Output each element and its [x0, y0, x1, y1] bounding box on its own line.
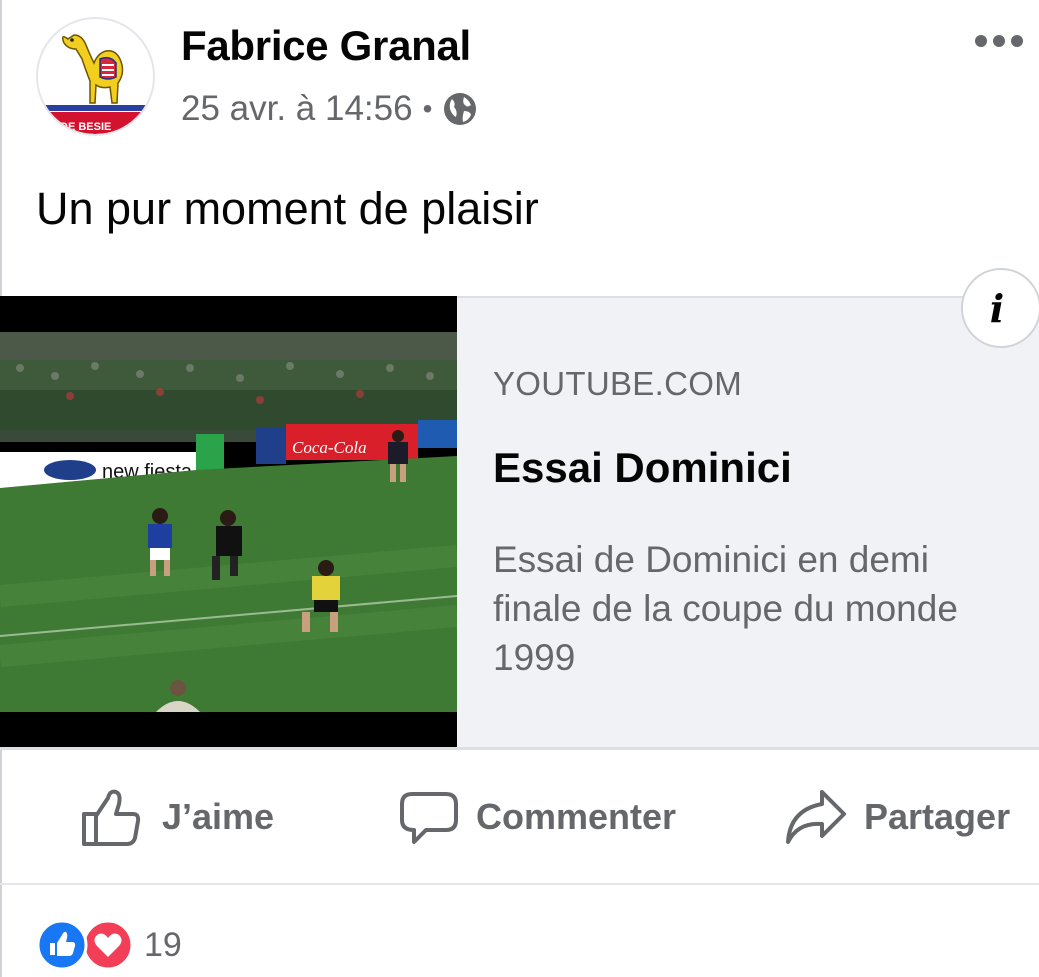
like-reaction-icon	[36, 919, 88, 971]
reaction-count[interactable]: 19	[144, 926, 182, 965]
comment-label: Commenter	[476, 796, 677, 837]
link-domain: YOUTUBE.COM	[493, 365, 742, 402]
avatar-badge-text: DE BESIE	[60, 121, 111, 133]
info-button[interactable]: i	[961, 268, 1039, 348]
like-label: J’aime	[162, 796, 275, 837]
thumbs-up-icon	[82, 789, 141, 846]
more-dots-icon[interactable]	[972, 30, 1026, 52]
globe-icon	[444, 93, 477, 125]
info-icon: i	[989, 285, 1005, 331]
meta-separator: •	[422, 93, 433, 124]
ad-board-text-coca1: Coca-Cola	[292, 438, 367, 457]
avatar[interactable]: DE BESIE	[36, 17, 155, 136]
share-arrow-icon	[786, 790, 846, 844]
reaction-icons	[36, 919, 134, 971]
camel-logo: DE BESIE	[38, 19, 153, 134]
love-reaction-icon	[82, 919, 134, 971]
video-thumbnail[interactable]: new fiesta Coca-Cola	[0, 296, 458, 748]
rugby-match-image: new fiesta Coca-Cola	[0, 296, 458, 748]
reactions-summary[interactable]: 19	[36, 918, 182, 972]
like-button[interactable]: J’aime	[80, 750, 274, 884]
post-text: Un pur moment de plaisir	[36, 183, 539, 234]
share-button[interactable]: Partager	[784, 750, 1010, 884]
comment-button[interactable]: Commenter	[398, 750, 676, 884]
post-meta: 25 avr. à 14:56 •	[181, 87, 478, 131]
author-name[interactable]: Fabrice Granal	[181, 22, 471, 70]
reactions-divider	[0, 883, 1039, 885]
share-label: Partager	[864, 796, 1011, 837]
post-timestamp[interactable]: 25 avr. à 14:56	[181, 89, 413, 129]
action-bar: J’aime Commenter Partager	[0, 750, 1039, 884]
comment-bubble-icon	[400, 792, 458, 844]
link-title[interactable]: Essai Dominici	[493, 444, 792, 492]
link-description: Essai de Dominici en demi finale de la c…	[493, 539, 958, 678]
